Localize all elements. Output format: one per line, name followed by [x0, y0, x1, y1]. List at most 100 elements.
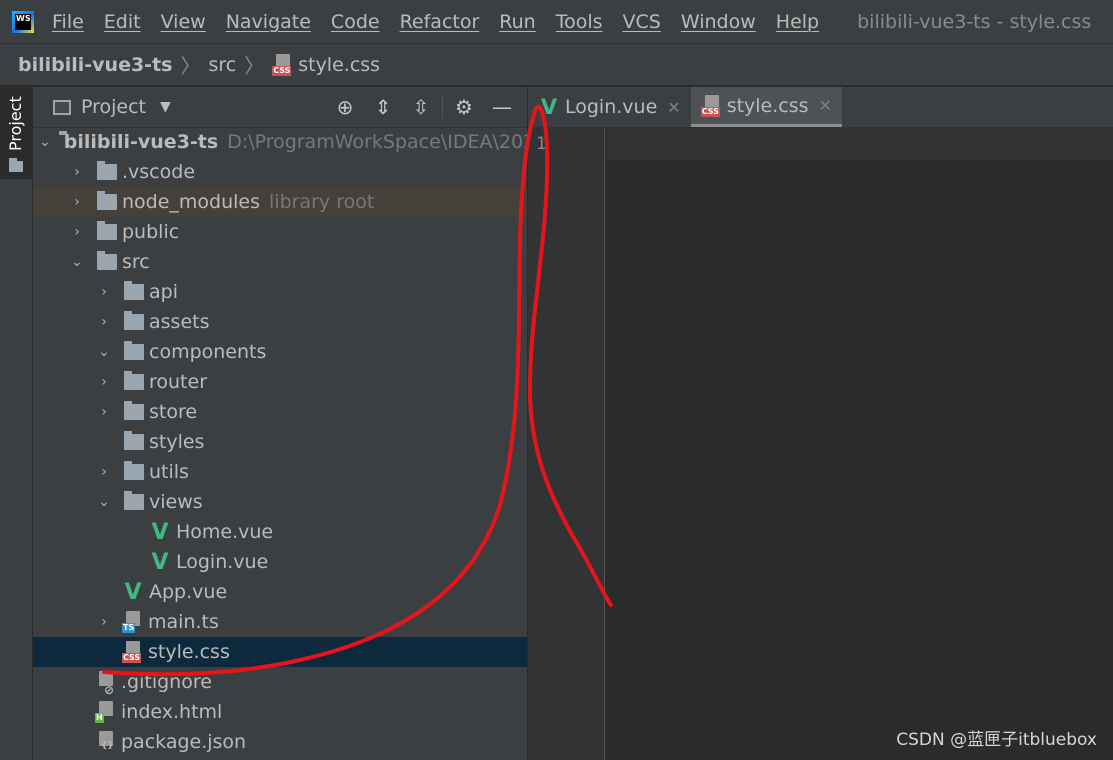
chevron-down-icon[interactable]: ⌄	[66, 254, 88, 270]
tree-row-public[interactable]: › public	[33, 217, 527, 247]
breadcrumb-separator-icon: 〉	[180, 54, 201, 78]
project-tool-tab[interactable]: Project	[0, 87, 32, 179]
menu-code[interactable]: Code	[331, 11, 380, 33]
tool-window-strip: Project	[0, 87, 33, 760]
gear-icon[interactable]: ⚙	[445, 95, 483, 119]
webstorm-logo-icon: WS	[12, 10, 34, 33]
tree-row-main-ts[interactable]: › TS main.ts	[33, 607, 527, 637]
tree-row-assets[interactable]: › assets	[33, 307, 527, 337]
menu-run[interactable]: Run	[499, 11, 535, 33]
toolbar-divider	[442, 96, 443, 118]
folder-icon	[124, 281, 144, 300]
menu-file[interactable]: File	[52, 11, 84, 33]
chevron-right-icon[interactable]: ›	[93, 464, 115, 480]
tree-item-label: package.json	[121, 731, 247, 753]
project-panel: Project ▼ ⊕ ⇕ ⇳ ⚙ — ⌄ bilibili-vue3-ts D…	[33, 87, 528, 760]
collapse-all-icon[interactable]: ⇳	[402, 95, 440, 119]
chevron-right-icon[interactable]: ›	[66, 194, 88, 210]
tab-style-css[interactable]: CSS style.css ✕	[690, 87, 842, 127]
tree-item-label: assets	[149, 311, 210, 333]
tree-item-label: views	[149, 491, 203, 513]
library-root-hint: library root	[269, 191, 375, 213]
folder-icon	[124, 371, 144, 390]
chevron-right-icon[interactable]: ›	[66, 164, 88, 180]
project-panel-toolbar: ⊕ ⇕ ⇳ ⚙ —	[326, 95, 521, 119]
menu-edit[interactable]: Edit	[104, 11, 141, 33]
chevron-right-icon[interactable]: ›	[93, 314, 115, 330]
window-title: bilibili-vue3-ts - style.css	[857, 10, 1092, 33]
locate-file-icon[interactable]: ⊕	[326, 95, 364, 119]
chevron-right-icon[interactable]: ›	[93, 614, 115, 630]
css-file-icon: CSS	[700, 94, 723, 117]
project-panel-title[interactable]: Project	[81, 96, 146, 118]
folder-icon	[97, 251, 117, 270]
folder-icon	[124, 311, 144, 330]
tree-row-style-css[interactable]: CSS style.css	[33, 637, 527, 667]
tree-row-node-modules[interactable]: › node_modules library root	[33, 187, 527, 217]
tree-item-label: api	[149, 281, 178, 303]
code-editor[interactable]	[606, 128, 1113, 760]
menu-help[interactable]: Help	[776, 11, 819, 33]
chevron-down-icon[interactable]: ⌄	[39, 134, 51, 150]
tree-row-index-html[interactable]: H index.html	[33, 697, 527, 727]
tab-label: style.css	[726, 94, 809, 117]
breadcrumb-file[interactable]: style.css	[298, 54, 380, 76]
project-tool-tab-label: Project	[6, 96, 25, 151]
vue-file-icon: V	[151, 549, 169, 575]
tree-row-app-vue[interactable]: V App.vue	[33, 577, 527, 607]
editor-gutter: 1	[528, 128, 605, 760]
hide-icon[interactable]: —	[483, 95, 521, 119]
tree-row-gitignore[interactable]: ⊘ .gitignore	[33, 667, 527, 697]
line-number: 1	[536, 134, 547, 154]
caret-row-highlight	[606, 128, 1113, 160]
tree-item-label: .gitignore	[121, 671, 212, 693]
menu-window[interactable]: Window	[681, 11, 756, 33]
json-file-icon: {}	[95, 731, 117, 753]
project-view-icon	[53, 99, 71, 115]
tree-item-label: src	[122, 251, 150, 273]
breadcrumb-folder[interactable]: src	[208, 54, 236, 76]
tree-row-api[interactable]: › api	[33, 277, 527, 307]
chevron-down-icon[interactable]: ⌄	[93, 494, 115, 510]
tree-item-label: App.vue	[149, 581, 228, 603]
tree-row-package-json[interactable]: {} package.json	[33, 727, 527, 757]
tree-row-vscode[interactable]: › .vscode	[33, 157, 527, 187]
tree-row-views[interactable]: ⌄ views	[33, 487, 527, 517]
chevron-down-icon[interactable]: ⌄	[93, 344, 115, 360]
chevron-right-icon[interactable]: ›	[93, 374, 115, 390]
breadcrumb-project[interactable]: bilibili-vue3-ts	[18, 54, 172, 76]
tree-row-login-vue[interactable]: V Login.vue	[33, 547, 527, 577]
tree-row-utils[interactable]: › utils	[33, 457, 527, 487]
folder-icon	[124, 491, 144, 510]
tab-login-vue[interactable]: V Login.vue ✕	[528, 87, 691, 127]
folder-icon	[97, 191, 117, 210]
close-icon[interactable]: ✕	[819, 96, 832, 115]
tree-row-store[interactable]: › store	[33, 397, 527, 427]
chevron-right-icon[interactable]: ›	[93, 284, 115, 300]
folder-icon	[124, 341, 144, 360]
tree-row-root[interactable]: ⌄ bilibili-vue3-ts D:\ProgramWorkSpace\I…	[33, 127, 527, 157]
tree-row-components[interactable]: ⌄ components	[33, 337, 527, 367]
project-panel-header: Project ▼ ⊕ ⇕ ⇳ ⚙ —	[33, 87, 527, 128]
menu-vcs[interactable]: VCS	[623, 11, 661, 33]
expand-all-icon[interactable]: ⇕	[364, 95, 402, 119]
tree-row-styles[interactable]: styles	[33, 427, 527, 457]
close-icon[interactable]: ✕	[667, 98, 680, 117]
menu-view[interactable]: View	[161, 11, 206, 33]
menu-navigate[interactable]: Navigate	[226, 11, 311, 33]
tree-item-label: utils	[149, 461, 189, 483]
tab-label: Login.vue	[565, 96, 658, 118]
tree-row-src[interactable]: ⌄ src	[33, 247, 527, 277]
typescript-file-icon: TS	[122, 611, 144, 633]
chevron-right-icon[interactable]: ›	[66, 224, 88, 240]
tree-row-router[interactable]: › router	[33, 367, 527, 397]
editor-tab-bar: V Login.vue ✕ CSS style.css ✕	[528, 87, 1113, 128]
tree-row-home-vue[interactable]: V Home.vue	[33, 517, 527, 547]
chevron-right-icon[interactable]: ›	[93, 404, 115, 420]
tree-item-label: Home.vue	[176, 521, 274, 543]
chevron-down-icon[interactable]: ▼	[160, 99, 171, 115]
menu-refactor[interactable]: Refactor	[400, 11, 480, 33]
breadcrumb-separator-icon: 〉	[244, 54, 265, 78]
menu-tools[interactable]: Tools	[556, 11, 603, 33]
gitignore-file-icon: ⊘	[95, 671, 117, 696]
